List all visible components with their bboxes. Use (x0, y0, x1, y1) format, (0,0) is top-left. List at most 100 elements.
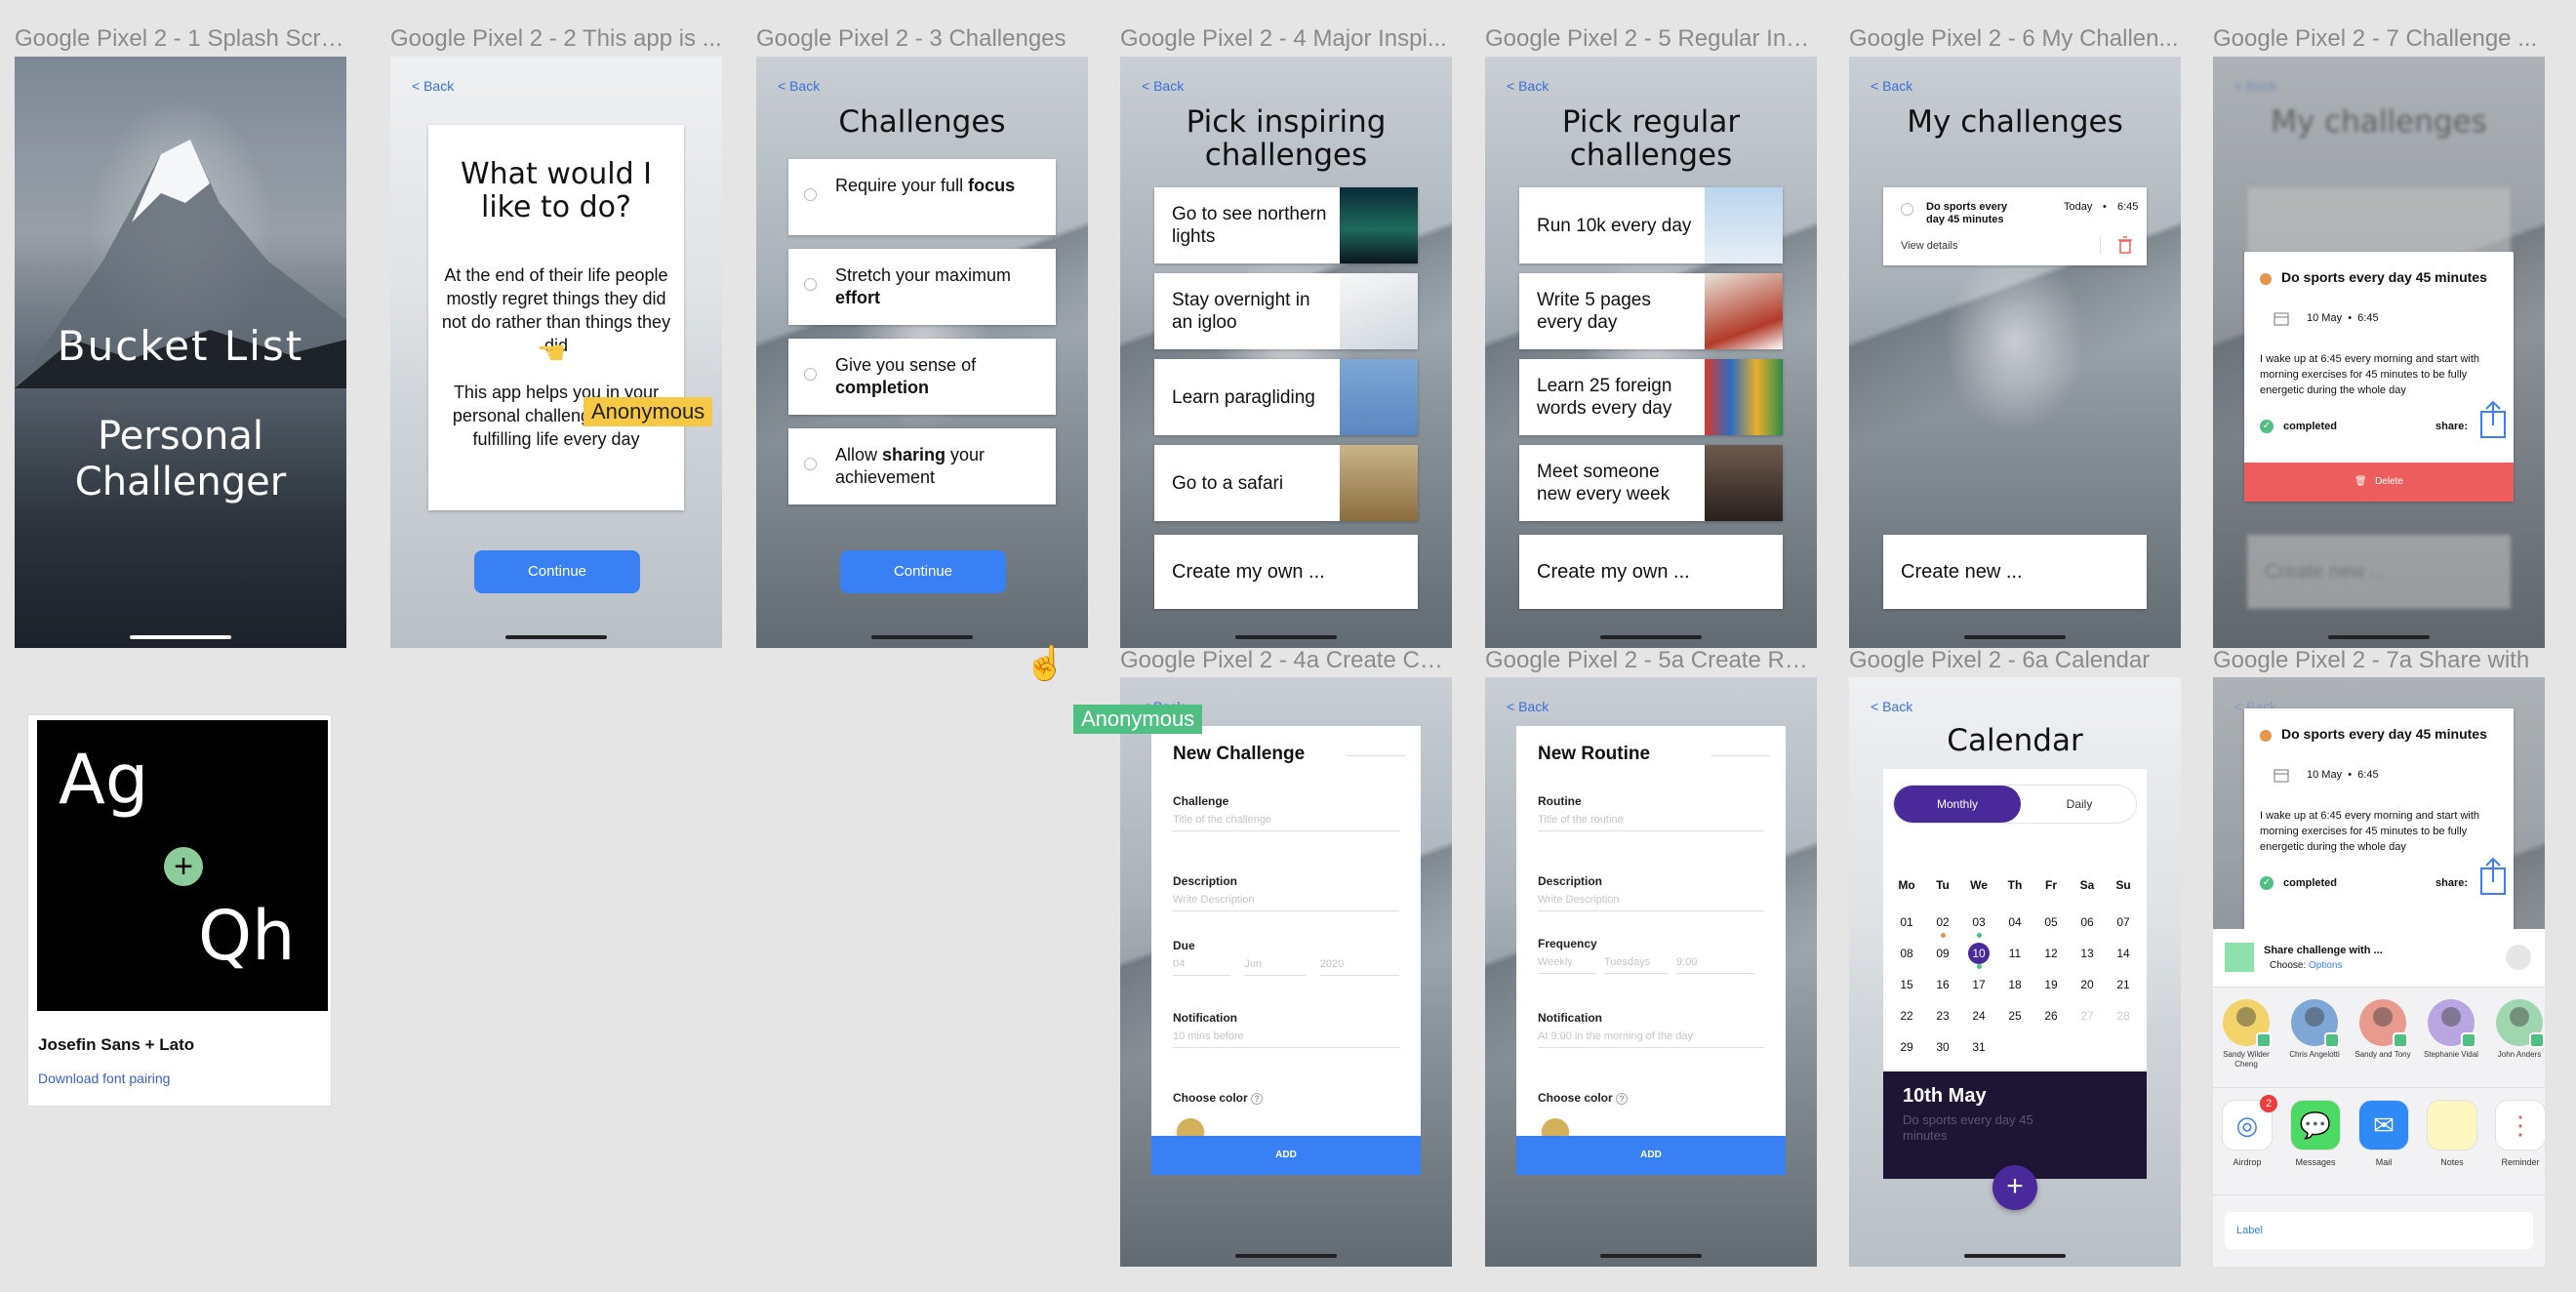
calendar-day[interactable]: 31 (1961, 1036, 1996, 1058)
challenge-option[interactable]: Run 10k every day (1519, 187, 1783, 263)
calendar-day[interactable]: 05 (2033, 911, 2069, 933)
calendar-day[interactable]: 24 (1961, 1005, 1996, 1027)
check-icon[interactable] (804, 278, 817, 291)
challenge-option[interactable]: Learn 25 foreign words every day (1519, 359, 1783, 435)
frequency-field[interactable]: Frequency Weekly Tuesdays 9:00 (1538, 937, 1764, 974)
back-link[interactable]: < Back (412, 78, 454, 94)
calendar-day[interactable]: 13 (2070, 943, 2105, 964)
challenge-option[interactable]: Go to see northern lights (1154, 187, 1418, 263)
challenge-type-card[interactable]: Stretch your maximum effort (788, 249, 1056, 325)
check-icon[interactable] (804, 368, 817, 381)
continue-button[interactable]: Continue (474, 550, 640, 593)
calendar-day[interactable]: 19 (2033, 974, 2069, 995)
frame-label[interactable]: Google Pixel 2 - 7 Challenge ... (2213, 24, 2545, 54)
back-link[interactable]: < Back (1871, 699, 1912, 714)
delete-button[interactable]: 🗑 Delete (2244, 463, 2514, 502)
view-details-link[interactable]: View details (1901, 240, 1958, 252)
contact-avatar[interactable] (2359, 999, 2408, 1048)
calendar-day[interactable]: 06 (2070, 911, 2105, 933)
notification-field[interactable]: Notification At 9:00 in the morning of th… (1538, 1011, 1764, 1048)
calendar-day[interactable]: 25 (1997, 1005, 2033, 1027)
routine-field[interactable]: Routine Title of the routine (1538, 794, 1764, 831)
challenge-option[interactable]: Go to a safari (1154, 445, 1418, 521)
contact-avatar[interactable] (2223, 999, 2272, 1048)
calendar-day[interactable]: 28 (2106, 1005, 2141, 1027)
check-icon[interactable]: ✓ (2260, 876, 2274, 890)
challenge-item[interactable]: Do sports every day 45 minutes Today • 6… (1883, 187, 2147, 265)
create-own-button[interactable]: Create my own ... (1519, 535, 1783, 609)
calendar-day[interactable]: 04 (1997, 911, 2033, 933)
tab-monthly[interactable]: Monthly (1894, 786, 2021, 823)
calendar-day[interactable]: 03 (1961, 911, 1996, 933)
mail-icon[interactable]: ✉ (2359, 1101, 2408, 1150)
description-field[interactable]: Description Write Description (1173, 874, 1399, 911)
label-action[interactable]: Label (2225, 1212, 2533, 1249)
options-link[interactable]: Options (2309, 960, 2342, 971)
calendar-day[interactable]: 20 (2070, 974, 2105, 995)
continue-button[interactable]: Continue (840, 550, 1006, 593)
check-icon[interactable] (1901, 203, 1913, 216)
download-font-link[interactable]: Download font pairing (38, 1070, 170, 1086)
calendar-day[interactable]: 14 (2106, 943, 2141, 964)
check-icon[interactable] (804, 188, 817, 201)
due-field[interactable]: Due 04 Jun 2020 (1173, 939, 1399, 976)
messages-icon[interactable]: 💬 (2291, 1101, 2340, 1150)
calendar-day[interactable]: 16 (1925, 974, 1960, 995)
add-button[interactable]: ADD (1151, 1136, 1421, 1175)
calendar-day[interactable]: 11 (1997, 943, 2033, 964)
back-link[interactable]: < Back (1507, 78, 1549, 94)
challenge-field[interactable]: Challenge Title of the challenge (1173, 794, 1399, 831)
calendar-day[interactable]: 18 (1997, 974, 2033, 995)
reminders-icon[interactable]: ⋮ (2496, 1101, 2545, 1150)
challenge-type-card[interactable]: Allow sharing your achievement (788, 428, 1056, 505)
calendar-day[interactable]: 12 (2033, 943, 2069, 964)
calendar-day[interactable]: 15 (1889, 974, 1924, 995)
calendar-day[interactable]: 22 (1889, 1005, 1924, 1027)
info-icon[interactable]: ? (1616, 1093, 1629, 1105)
frame-label[interactable]: Google Pixel 2 - 2 This app is ... (390, 24, 722, 54)
calendar-day[interactable]: 27 (2070, 1005, 2105, 1027)
calendar-day[interactable]: 21 (2106, 974, 2141, 995)
challenge-type-card[interactable]: Require your full focus (788, 159, 1056, 235)
close-button[interactable] (2506, 945, 2531, 970)
challenge-option[interactable]: Write 5 pages every day (1519, 273, 1783, 349)
create-new-button[interactable]: Create new ... (1883, 535, 2147, 609)
challenge-option[interactable]: Stay overnight in an igloo (1154, 273, 1418, 349)
back-link[interactable]: < Back (1507, 699, 1549, 714)
calendar-day[interactable]: 26 (2033, 1005, 2069, 1027)
notes-icon[interactable] (2428, 1101, 2476, 1150)
back-link[interactable]: < Back (778, 78, 820, 94)
back-link[interactable]: < Back (1142, 78, 1184, 94)
frame-label[interactable]: Google Pixel 2 - 5 Regular Ins... (1485, 24, 1817, 54)
description-field[interactable]: Description Write Description (1538, 874, 1764, 911)
airdrop-icon[interactable]: ◎ 2 (2223, 1095, 2277, 1150)
frame-label[interactable]: Google Pixel 2 - 4a Create Ch... (1120, 646, 1452, 675)
tab-daily[interactable]: Daily (2021, 786, 2138, 823)
calendar-day[interactable]: 02 (1925, 911, 1960, 933)
add-event-button[interactable]: + (1992, 1165, 2037, 1210)
notification-field[interactable]: Notification 10 mins before (1173, 1011, 1399, 1048)
check-icon[interactable] (804, 458, 817, 470)
frame-label[interactable]: Google Pixel 2 - 6a Calendar (1849, 646, 2181, 675)
day-event[interactable]: Do sports every day 45 minutes (1903, 1112, 2078, 1144)
frame-label[interactable]: Google Pixel 2 - 3 Challenges (756, 24, 1088, 54)
frame-label[interactable]: Google Pixel 2 - 7a Share with (2213, 646, 2545, 675)
challenge-type-card[interactable]: Give you sense of completion (788, 339, 1056, 415)
calendar-day[interactable]: 10 (1968, 943, 1990, 964)
frame-label[interactable]: Google Pixel 2 - 5a Create Ro... (1485, 646, 1817, 675)
frame-label[interactable]: Google Pixel 2 - 6 My Challen... (1849, 24, 2181, 54)
contact-avatar[interactable] (2428, 999, 2476, 1048)
contact-avatar[interactable] (2496, 999, 2545, 1048)
create-own-button[interactable]: Create my own ... (1154, 535, 1418, 609)
info-icon[interactable]: ? (1251, 1093, 1264, 1105)
calendar-day[interactable]: 08 (1889, 943, 1924, 964)
contact-avatar[interactable] (2291, 999, 2340, 1048)
calendar-day[interactable]: 07 (2106, 911, 2141, 933)
add-button[interactable]: ADD (1516, 1136, 1786, 1175)
share-icon[interactable] (2478, 400, 2508, 439)
calendar-day[interactable]: 23 (1925, 1005, 1960, 1027)
trash-icon[interactable] (2117, 236, 2133, 254)
frame-label[interactable]: Google Pixel 2 - 4 Major Inspi... (1120, 24, 1452, 54)
share-icon[interactable] (2478, 857, 2508, 896)
calendar-day[interactable]: 01 (1889, 911, 1924, 933)
